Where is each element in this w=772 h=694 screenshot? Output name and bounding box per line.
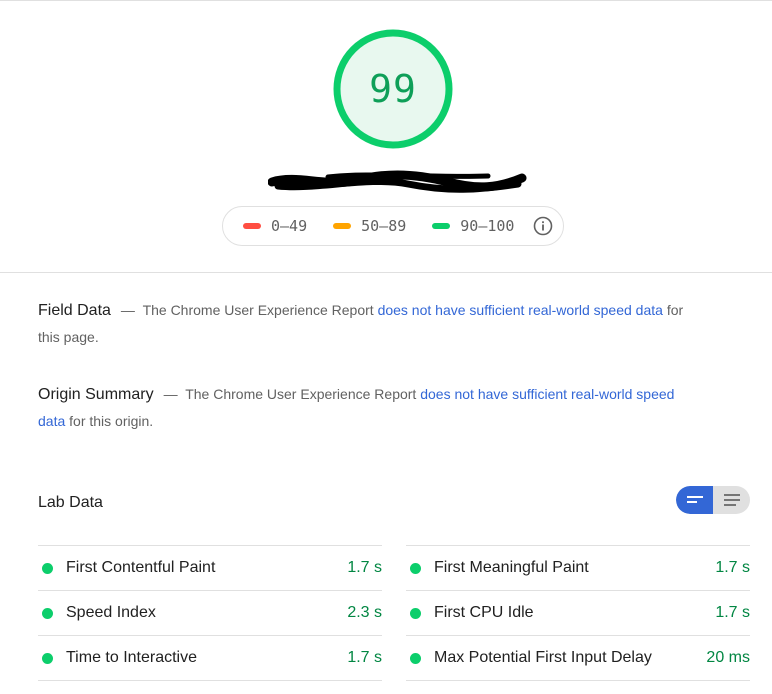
performance-score-gauge: 99 bbox=[333, 29, 453, 149]
origin-summary-text-before: The Chrome User Experience Report bbox=[185, 386, 417, 402]
pass-dot-icon bbox=[42, 562, 53, 574]
metric-value: 2.3 s bbox=[347, 604, 382, 621]
metric-row: First CPU Idle 1.7 s bbox=[406, 590, 750, 635]
summary-view-button[interactable] bbox=[676, 486, 713, 514]
metrics-column-left: First Contentful Paint 1.7 s Speed Index… bbox=[38, 545, 382, 681]
metrics-column-right: First Meaningful Paint 1.7 s First CPU I… bbox=[406, 545, 750, 681]
metric-row: First Contentful Paint 1.7 s bbox=[38, 545, 382, 590]
legend-range-pass: 90–100 bbox=[460, 217, 515, 235]
metric-value: 1.7 s bbox=[715, 559, 750, 576]
metric-name: First Meaningful Paint bbox=[434, 559, 589, 576]
info-icon[interactable] bbox=[533, 216, 553, 236]
metric-value: 20 ms bbox=[706, 649, 750, 666]
pass-dot-icon bbox=[42, 652, 53, 664]
pass-dot-icon bbox=[410, 562, 421, 574]
metric-name: First Contentful Paint bbox=[66, 559, 216, 576]
legend-swatch-orange bbox=[333, 223, 352, 229]
metric-name: Time to Interactive bbox=[66, 649, 198, 666]
legend-item-pass: 90–100 bbox=[432, 217, 514, 235]
origin-summary-section: Origin Summary — The Chrome User Experien… bbox=[38, 381, 698, 434]
legend-swatch-green bbox=[432, 223, 451, 229]
field-data-link[interactable]: does not have sufficient real-world spee… bbox=[378, 302, 663, 318]
pass-dot-icon bbox=[410, 607, 421, 619]
metric-name: Speed Index bbox=[66, 604, 156, 621]
metric-value: 1.7 s bbox=[347, 649, 382, 666]
legend-item-fail: 0–49 bbox=[243, 217, 307, 235]
field-data-text-before: The Chrome User Experience Report bbox=[142, 302, 374, 318]
metric-row: First Meaningful Paint 1.7 s bbox=[406, 545, 750, 590]
metric-row: Time to Interactive 1.7 s bbox=[38, 635, 382, 681]
origin-summary-heading: Origin Summary bbox=[38, 386, 154, 403]
score-legend: 0–49 50–89 90–100 bbox=[222, 206, 564, 246]
redacted-url-scribble bbox=[267, 168, 528, 196]
metric-name: First CPU Idle bbox=[434, 604, 534, 621]
pass-dot-icon bbox=[410, 652, 421, 664]
metric-value: 1.7 s bbox=[715, 604, 750, 621]
metric-name: Max Potential First Input Delay bbox=[434, 649, 652, 666]
metric-row: Speed Index 2.3 s bbox=[38, 590, 382, 635]
section-divider bbox=[0, 272, 772, 273]
description-view-button[interactable] bbox=[713, 486, 750, 514]
metric-value: 1.7 s bbox=[347, 559, 382, 576]
pass-dot-icon bbox=[42, 607, 53, 619]
short-lines-icon bbox=[686, 496, 703, 503]
performance-score: 99 bbox=[369, 67, 417, 111]
long-lines-icon bbox=[723, 494, 740, 506]
legend-range-fail: 0–49 bbox=[271, 217, 308, 235]
legend-range-average: 50–89 bbox=[361, 217, 407, 235]
field-data-heading: Field Data bbox=[38, 302, 111, 319]
metrics-view-toggle[interactable] bbox=[676, 486, 750, 514]
origin-summary-dash: — bbox=[163, 386, 178, 402]
legend-item-average: 50–89 bbox=[333, 217, 406, 235]
origin-summary-text-after: for this origin. bbox=[69, 413, 154, 429]
metric-row: Max Potential First Input Delay 20 ms bbox=[406, 635, 750, 681]
field-data-section: Field Data — The Chrome User Experience R… bbox=[38, 297, 698, 350]
top-border bbox=[0, 0, 772, 1]
legend-swatch-red bbox=[243, 223, 261, 229]
lab-data-heading: Lab Data bbox=[38, 494, 103, 511]
field-data-dash: — bbox=[120, 302, 135, 318]
